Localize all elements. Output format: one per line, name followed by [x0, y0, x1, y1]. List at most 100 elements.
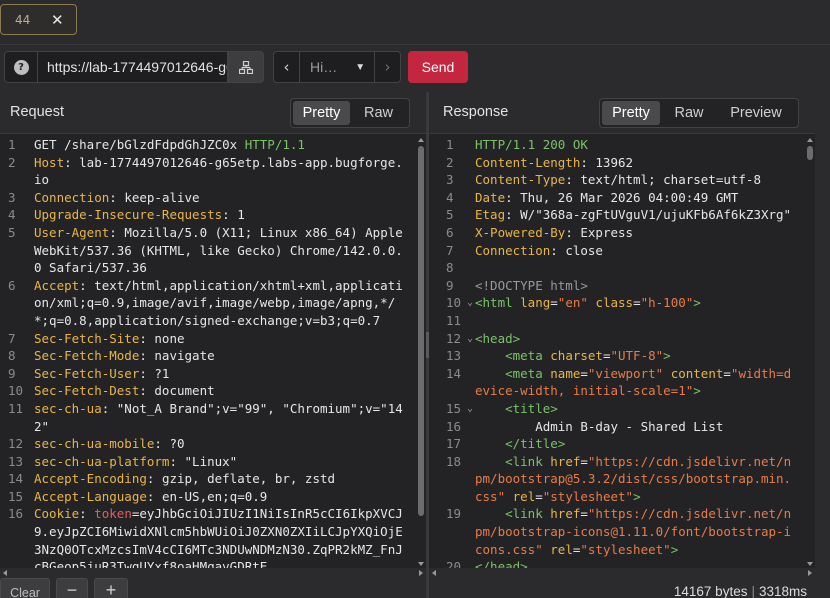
code-text: *;q=0.8,application/signed-exchange;v=b3… [34, 312, 381, 328]
fold-chevron-icon[interactable]: ⌄ [467, 330, 473, 348]
response-pretty-tab[interactable]: Pretty [602, 101, 660, 125]
request-raw-tab[interactable]: Raw [350, 101, 407, 125]
line-number: 13 [446, 348, 462, 364]
response-code-line: 7 Connection: close [429, 242, 805, 260]
line-number: 10 ⌄ [446, 294, 473, 312]
request-pretty-tab[interactable]: Pretty [293, 101, 350, 125]
code-text: HTTP/1.1 200 OK [475, 137, 588, 152]
response-time: 3318ms [758, 584, 807, 598]
line-number: 5 [446, 207, 454, 223]
line-number [0, 171, 34, 189]
line-number: 14 [8, 471, 24, 487]
url-input[interactable]: https://lab-1774497012646-g65etp.labs-ap… [38, 51, 228, 83]
response-pane: Response Pretty Raw Preview 1 HTTP/1.1 20… [429, 92, 815, 598]
code-text: Sec-Fetch-User: ?1 [34, 365, 170, 381]
request-code-line: 16 Cookie: token=eyJhbGciOiJIUzI1NiIsInR5… [0, 505, 416, 523]
response-code-line: 15 ⌄ <title> [429, 400, 805, 418]
line-number [0, 558, 34, 568]
response-code-line: 17 </title> [429, 435, 805, 453]
chevron-right-icon: › [384, 58, 391, 76]
request-code-line: 2" [0, 418, 416, 436]
tab-bar: 44 ✕ [0, 0, 830, 40]
response-code-line: 6 X-Powered-By: Express [429, 224, 805, 242]
code-text: 2" [34, 418, 50, 434]
response-code-line: 10 ⌄ <html lang="en" class="h-100"> [429, 294, 805, 312]
response-raw-tab[interactable]: Raw [660, 101, 718, 125]
line-number [0, 418, 34, 436]
response-editor[interactable]: 1 HTTP/1.1 200 OK 2 Content-Length: 13962 3 C… [429, 136, 805, 568]
clear-button[interactable]: Clear [0, 578, 50, 598]
code-text: </head> [475, 559, 528, 568]
code-text: 3NzQ0OTcxMzcsImV4cCI6MTc3NDUwNDMzN30.ZqP… [34, 541, 403, 557]
request-code-line: 12 sec-ch-ua-mobile: ?0 [0, 435, 416, 453]
response-footer: 14167 bytes | 3318ms [429, 578, 815, 598]
response-code-line: 13 <meta charset="UTF-8"> [429, 347, 805, 365]
code-text: 9.eyJpZCI6MiwidXNlcm5hbWUiOiJ0ZXN0ZXIiLC… [34, 524, 403, 540]
code-text: Accept: text/html,application/xhtml+xml,… [34, 277, 403, 293]
response-preview-tab[interactable]: Preview [718, 101, 794, 125]
response-code-line: 20 </head> [429, 558, 805, 568]
line-number: 8 [8, 348, 16, 364]
code-text: Host: lab-1774497012646-g65etp.labs-app.… [34, 154, 403, 170]
code-text: Sec-Fetch-Site: none [34, 330, 185, 346]
fold-chevron-icon[interactable]: ⌄ [467, 294, 473, 312]
code-text: Etag: W/"368a-zgFtUVguV1/ujuKFb6Af6kZ3Xr… [475, 207, 792, 223]
code-text: Accept-Language: en-US,en;q=0.9 [34, 488, 268, 504]
code-text: GET /share/bGlzdFdpdGhJZC0x HTTP/1.1 [34, 137, 305, 152]
request-code-line: 5 User-Agent: Mozilla/5.0 (X11; Linux x86… [0, 224, 416, 242]
code-text: Accept-Encoding: gzip, deflate, br, zstd [34, 471, 336, 487]
code-text: Connection: keep-alive [34, 189, 200, 205]
request-editor[interactable]: 1 GET /share/bGlzdFdpdGhJZC0x HTTP/1.1 2 Ho… [0, 136, 416, 568]
code-text: Date: Thu, 26 Mar 2026 04:00:49 GMT [475, 189, 739, 205]
line-number [0, 523, 34, 541]
code-text: evice-width, initial-scale=1"> [475, 383, 701, 399]
close-icon[interactable]: ✕ [51, 11, 64, 29]
request-code-line: 14 Accept-Encoding: gzip, deflate, br, zs… [0, 470, 416, 488]
request-pane-header: Request Pretty Raw [0, 92, 426, 134]
line-number: 10 [8, 383, 24, 399]
code-text: Content-Type: text/html; charset=utf-8 [475, 172, 761, 188]
zoom-out-button[interactable]: − [56, 578, 88, 598]
code-text: Connection: close [475, 242, 603, 258]
code-text: sec-ch-ua-mobile: ?0 [34, 436, 185, 452]
line-number: 4 [8, 207, 16, 223]
history-select-value: Hi… [310, 59, 338, 75]
code-text: <html lang="en" class="h-100"> [475, 295, 701, 311]
request-code-line: *;q=0.8,application/signed-exchange;v=b3… [0, 312, 416, 330]
code-text: Cookie: token=eyJhbGciOiJIUzI1NiIsInR5cC… [34, 506, 403, 522]
fold-chevron-icon[interactable]: ⌄ [467, 400, 473, 418]
code-text: sec-ch-ua: "Not_A Brand";v="99", "Chromi… [34, 400, 403, 416]
request-footer: Clear − + [0, 578, 426, 598]
site-map-icon [239, 60, 253, 74]
chevron-down-icon: ▼ [355, 61, 366, 73]
send-button[interactable]: Send [408, 51, 468, 83]
line-number [429, 382, 475, 400]
line-number: 3 [8, 189, 16, 205]
request-vertical-scrollbar[interactable] [416, 136, 426, 568]
history-back-button[interactable]: ‹ [273, 51, 300, 83]
line-number: 19 [446, 506, 462, 522]
response-horizontal-scrollbar[interactable] [429, 568, 815, 578]
code-text: <link href="https://cdn.jsdelivr.net/n [505, 453, 792, 469]
response-code-line: 16 Admin B-day - Shared List [429, 418, 805, 436]
help-icon: ? [13, 59, 29, 75]
help-button[interactable]: ? [4, 51, 38, 83]
code-text: <title> [505, 400, 558, 416]
request-horizontal-scrollbar[interactable] [0, 568, 426, 578]
response-code-line: 14 <meta name="viewport" content="width=… [429, 365, 805, 383]
code-text: WebKit/537.36 (KHTML, like Gecko) Chrome… [34, 242, 403, 258]
response-vertical-scrollbar[interactable] [805, 136, 815, 568]
line-number: 4 [446, 189, 454, 205]
request-code-line: 3NzQ0OTcxMzcsImV4cCI6MTc3NDUwNDMzN30.ZqP… [0, 541, 416, 559]
history-forward-button[interactable]: › [375, 51, 401, 83]
code-text: <link href="https://cdn.jsdelivr.net/n [505, 506, 792, 522]
response-stats: 14167 bytes | 3318ms [674, 584, 807, 598]
line-number: 7 [446, 242, 454, 258]
request-code-line: 4 Upgrade-Insecure-Requests: 1 [0, 206, 416, 224]
history-select[interactable]: Hi… ▼ [300, 51, 375, 83]
request-tab[interactable]: 44 ✕ [0, 4, 77, 35]
code-text: io [34, 172, 50, 188]
site-map-button[interactable] [228, 51, 264, 83]
zoom-in-button[interactable]: + [94, 578, 128, 598]
line-number [0, 312, 34, 330]
